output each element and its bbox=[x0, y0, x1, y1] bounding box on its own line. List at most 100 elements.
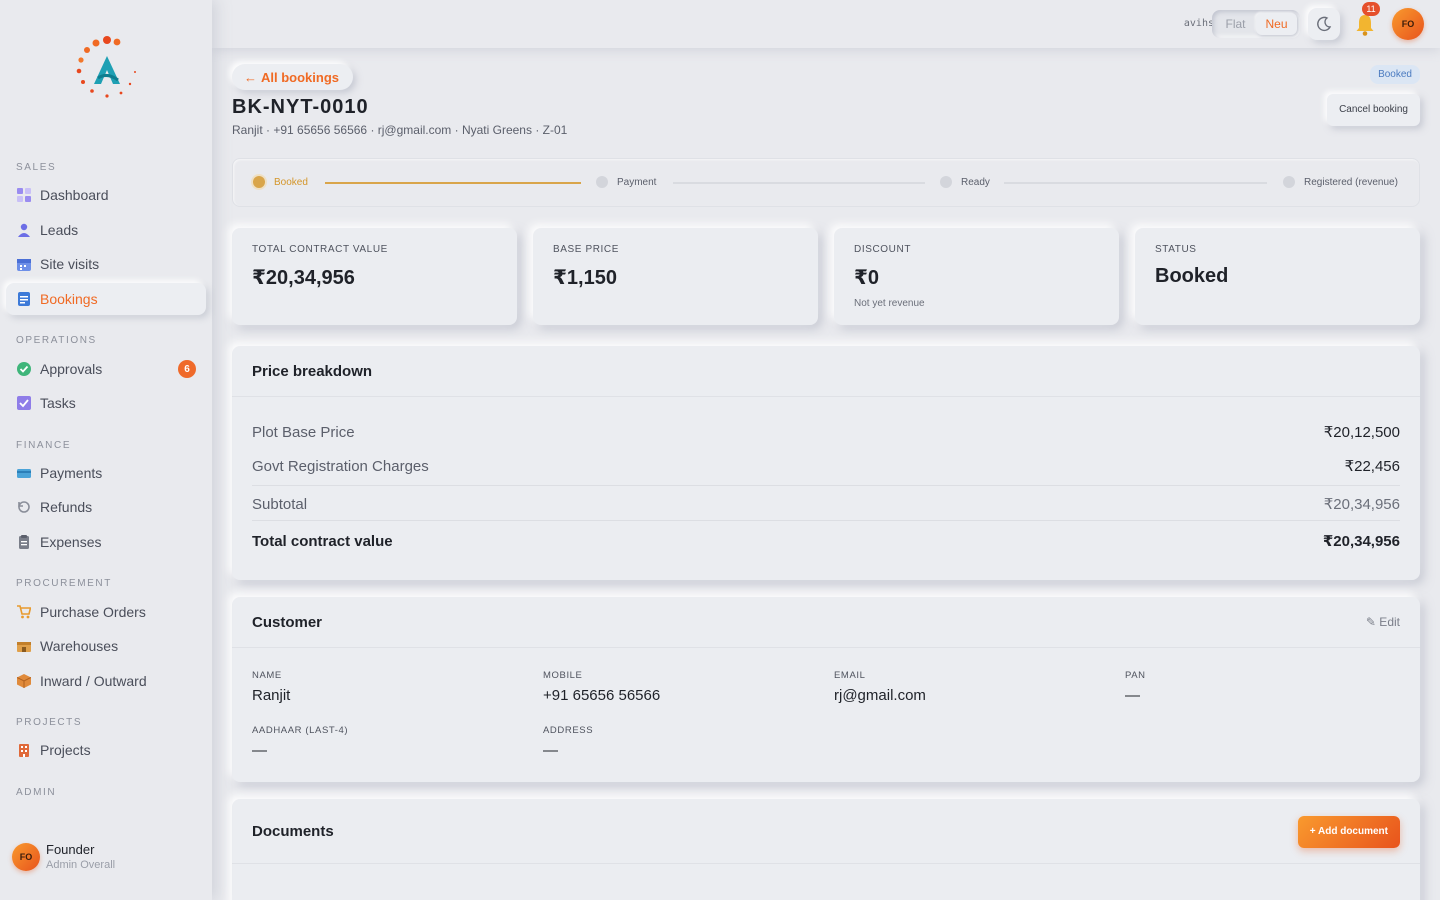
notification-count-badge: 11 bbox=[1362, 2, 1380, 16]
customer-panel: Customer ✎ Edit NAME Ranjit MOBILE +91 6… bbox=[232, 597, 1420, 782]
divider bbox=[252, 485, 1400, 486]
card-icon bbox=[17, 466, 31, 480]
panel-title: Documents bbox=[252, 822, 334, 840]
field-mobile: MOBILE +91 65656 56566 bbox=[543, 670, 660, 704]
check-circle-icon bbox=[17, 362, 31, 376]
section-operations: OPERATIONS bbox=[16, 335, 97, 346]
edit-customer-button[interactable]: ✎ Edit bbox=[1366, 615, 1400, 629]
step-ready: Ready bbox=[940, 176, 990, 188]
clipboard-icon bbox=[17, 535, 31, 549]
back-to-bookings-button[interactable]: ← All bookings bbox=[232, 64, 353, 90]
sidebar-item-bookings[interactable]: Bookings bbox=[6, 283, 206, 315]
kpi-label: DISCOUNT bbox=[854, 244, 912, 255]
field-value: Ranjit bbox=[252, 687, 291, 704]
field-aadhaar: AADHAAR (LAST-4) — bbox=[252, 725, 348, 759]
user-name: Founder bbox=[46, 842, 95, 857]
sidebar-item-label: Payments bbox=[40, 465, 103, 481]
field-label: AADHAAR (LAST-4) bbox=[252, 725, 349, 736]
add-document-button[interactable]: + Add document bbox=[1297, 816, 1400, 848]
sidebar-item-warehouses[interactable]: Warehouses bbox=[6, 630, 206, 662]
sidebar-item-dashboard[interactable]: Dashboard bbox=[6, 179, 206, 211]
step-connector bbox=[1004, 182, 1267, 184]
step-dot bbox=[1283, 176, 1295, 188]
step-registered: Registered (revenue) bbox=[1283, 176, 1398, 188]
kpi-status: STATUS Booked bbox=[1135, 228, 1420, 325]
sidebar-item-purchase-orders[interactable]: Purchase Orders bbox=[6, 596, 206, 628]
step-booked: Booked bbox=[253, 176, 308, 188]
panel-title: Customer bbox=[252, 613, 323, 631]
avatar[interactable]: FO bbox=[1392, 8, 1424, 40]
topbar: avihs Flat Neu 11 FO bbox=[212, 0, 1440, 48]
step-label: Registered (revenue) bbox=[1304, 176, 1398, 188]
sidebar-item-approvals[interactable]: Approvals 6 bbox=[6, 353, 206, 385]
field-value: rj@gmail.com bbox=[834, 687, 926, 704]
price-breakdown-panel: Price breakdown Plot Base Price ₹20,12,5… bbox=[232, 346, 1420, 580]
user-icon bbox=[17, 223, 31, 237]
sidebar-item-label: Warehouses bbox=[40, 638, 119, 654]
booking-detail: ← All bookings BK-NYT-0010 Ranjit · +91 … bbox=[232, 48, 1420, 900]
cart-icon bbox=[17, 605, 31, 619]
tasks-icon bbox=[17, 396, 31, 410]
document-icon bbox=[17, 292, 31, 306]
field-value: — bbox=[252, 742, 267, 759]
total-value: ₹20,34,956 bbox=[1322, 533, 1400, 550]
price-label: Plot Base Price bbox=[252, 423, 355, 441]
kpi-base-price: BASE PRICE ₹1,150 bbox=[533, 228, 818, 325]
sidebar-item-label: Leads bbox=[40, 222, 79, 238]
sidebar-item-payments[interactable]: Payments bbox=[6, 457, 206, 489]
sidebar-item-leads[interactable]: Leads bbox=[6, 214, 206, 246]
sidebar-item-label: Site visits bbox=[40, 256, 100, 272]
sidebar-item-label: Bookings bbox=[40, 291, 98, 307]
subtotal-row: Subtotal ₹20,34,956 bbox=[252, 495, 1400, 514]
approvals-count-badge: 6 bbox=[178, 360, 196, 378]
step-connector bbox=[325, 182, 581, 184]
avatar: FO bbox=[12, 842, 40, 871]
user-role: Admin Overall bbox=[46, 859, 116, 871]
field-label: ADDRESS bbox=[543, 725, 594, 736]
app-logo[interactable] bbox=[72, 34, 142, 104]
theme-option-flat[interactable]: Flat bbox=[1215, 13, 1256, 35]
total-label: Total contract value bbox=[252, 532, 393, 550]
kpi-note: Not yet revenue bbox=[854, 298, 925, 309]
field-label: EMAIL bbox=[834, 670, 866, 681]
sidebar-item-label: Refunds bbox=[40, 499, 93, 515]
step-dot bbox=[253, 176, 265, 188]
cancel-booking-button[interactable]: Cancel booking bbox=[1327, 94, 1420, 126]
kpi-label: BASE PRICE bbox=[553, 244, 620, 255]
kpi-discount: DISCOUNT ₹0 Not yet revenue bbox=[834, 228, 1119, 325]
kpi-label: TOTAL CONTRACT VALUE bbox=[252, 244, 388, 255]
sidebar-item-site-visits[interactable]: Site visits bbox=[6, 248, 206, 280]
field-value: — bbox=[543, 742, 558, 759]
status-badge: Booked bbox=[1370, 65, 1420, 84]
price-label: Govt Registration Charges bbox=[252, 457, 429, 475]
sidebar-item-inward-outward[interactable]: Inward / Outward bbox=[6, 665, 206, 697]
booking-progress-stepper: Booked Payment Ready Registered (revenue… bbox=[232, 158, 1420, 207]
page-title: BK-NYT-0010 bbox=[232, 96, 369, 118]
panel-title: Price breakdown bbox=[252, 362, 373, 380]
theme-option-neu[interactable]: Neu bbox=[1256, 13, 1297, 35]
step-label: Booked bbox=[274, 176, 308, 188]
price-row: Plot Base Price ₹20,12,500 bbox=[252, 423, 1400, 442]
sidebar-item-expenses[interactable]: Expenses bbox=[6, 526, 206, 558]
theme-style-toggle[interactable]: Flat Neu bbox=[1212, 10, 1300, 38]
moon-icon bbox=[1317, 16, 1332, 32]
price-value: ₹22,456 bbox=[1344, 458, 1400, 475]
sidebar-item-label: Approvals bbox=[40, 361, 103, 377]
step-label: Ready bbox=[961, 176, 990, 188]
field-pan: PAN — bbox=[1125, 670, 1146, 704]
dashboard-icon bbox=[17, 188, 31, 202]
current-user[interactable]: FO Founder Admin Overall bbox=[12, 842, 115, 871]
field-label: MOBILE bbox=[543, 670, 583, 681]
sidebar-item-refunds[interactable]: Refunds bbox=[6, 491, 206, 523]
sidebar-item-tasks[interactable]: Tasks bbox=[6, 387, 206, 419]
kpi-label: STATUS bbox=[1155, 244, 1197, 255]
section-projects: PROJECTS bbox=[16, 717, 83, 728]
dark-mode-button[interactable] bbox=[1308, 8, 1340, 40]
field-label: NAME bbox=[252, 670, 282, 681]
kpi-total-contract-value: TOTAL CONTRACT VALUE ₹20,34,956 bbox=[232, 228, 517, 325]
step-dot bbox=[940, 176, 952, 188]
step-dot bbox=[596, 176, 608, 188]
subtotal-label: Subtotal bbox=[252, 495, 308, 513]
sidebar-item-label: Projects bbox=[40, 742, 91, 758]
sidebar-item-projects[interactable]: Projects bbox=[6, 734, 206, 766]
